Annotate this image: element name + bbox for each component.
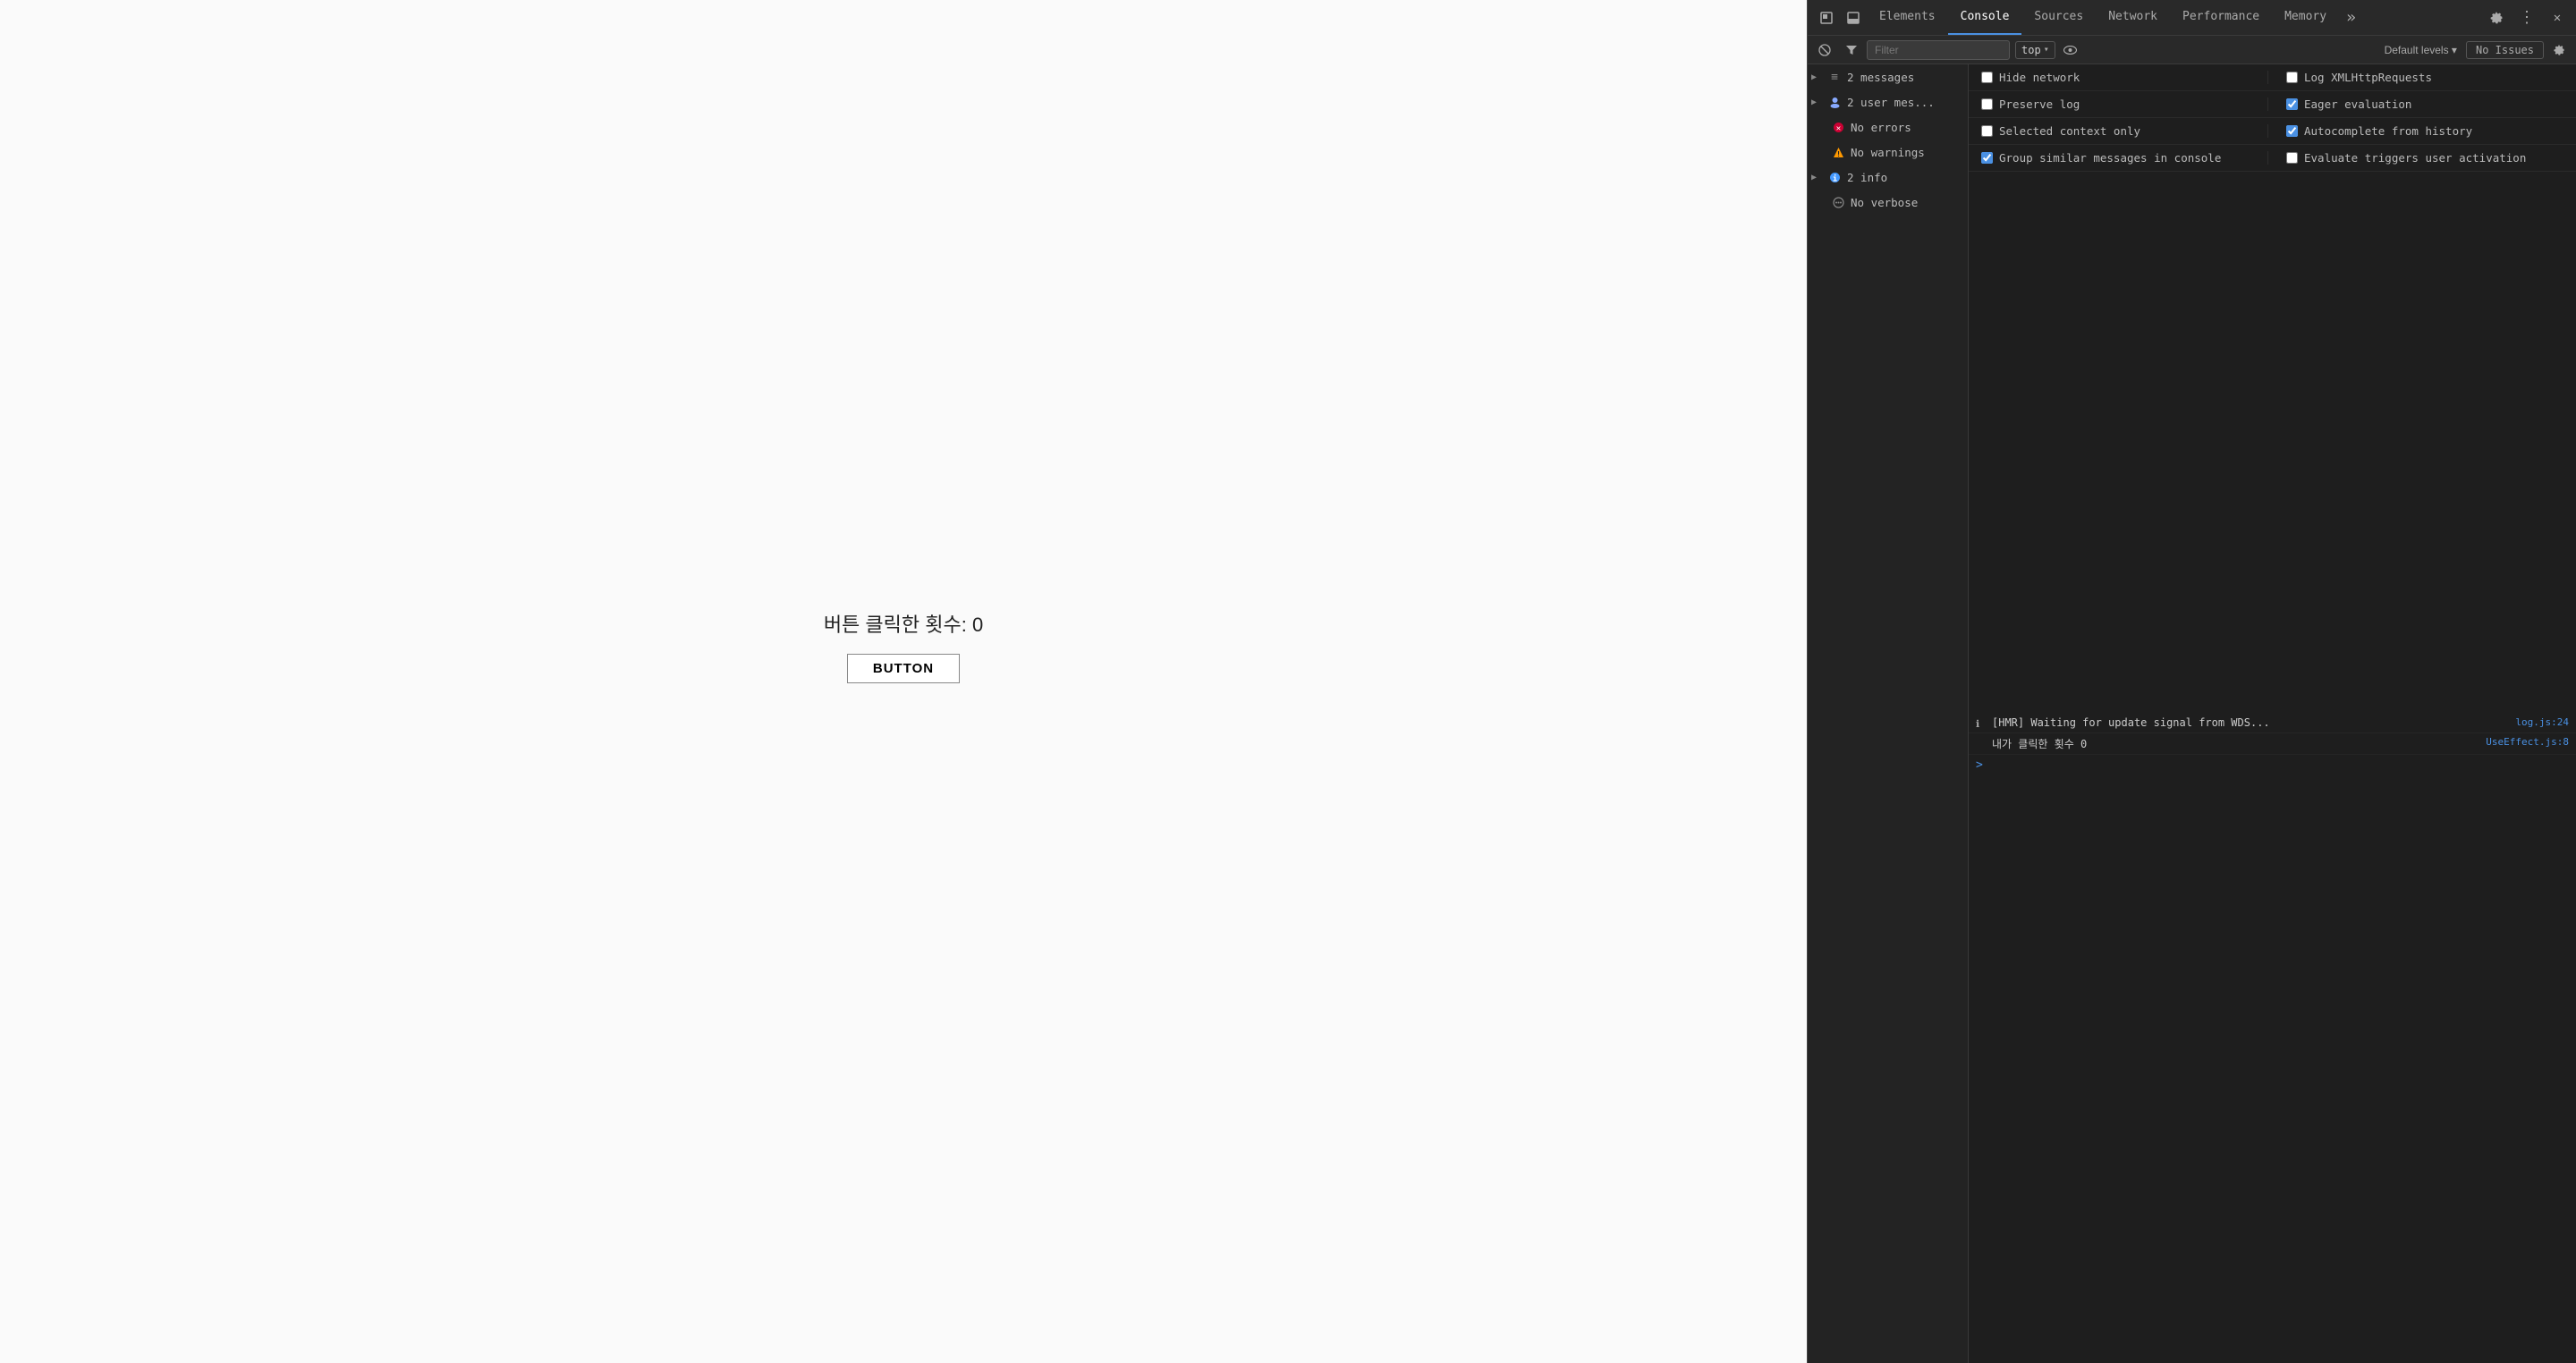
- console-entry-0: ℹ [HMR] Waiting for update signal from W…: [1969, 714, 2576, 733]
- console-prompt[interactable]: >: [1969, 755, 2576, 775]
- hide-network-checkbox[interactable]: [1981, 72, 1993, 83]
- settings-col-log-xhr: Log XMLHttpRequests: [2267, 71, 2563, 84]
- sidebar-item-info[interactable]: ▶ i 2 info: [1808, 165, 1968, 190]
- group-similar-label[interactable]: Group similar messages in console: [1981, 151, 2221, 165]
- more-tabs-icon[interactable]: »: [2339, 8, 2363, 27]
- log-xhr-checkbox[interactable]: [2286, 72, 2298, 83]
- verbose-icon: [1831, 195, 1845, 209]
- no-issues-badge[interactable]: No Issues: [2466, 41, 2544, 59]
- svg-text:i: i: [1832, 174, 1837, 183]
- close-icon[interactable]: ✕: [2544, 4, 2571, 31]
- tab-memory[interactable]: Memory: [2272, 0, 2339, 35]
- eye-icon[interactable]: [2059, 38, 2082, 62]
- settings-row-2: Preserve log Eager evaluation: [1969, 91, 2576, 118]
- context-only-label[interactable]: Selected context only: [1981, 124, 2140, 138]
- undock-icon[interactable]: [1813, 4, 1840, 31]
- devtools-content: Hide network Log XMLHttpRequests: [1969, 64, 2576, 1363]
- group-similar-checkbox[interactable]: [1981, 152, 1993, 164]
- settings-col-context-only: Selected context only: [1981, 124, 2258, 138]
- messages-icon: ≡: [1827, 70, 1842, 84]
- devtools-toolbar: top ▾ Default levels ▾ No Issues: [1808, 36, 2576, 64]
- arrow-icon-user: ▶: [1811, 97, 1822, 107]
- preserve-log-label[interactable]: Preserve log: [1981, 97, 2080, 111]
- settings-row-3: Selected context only Autocomplete from …: [1969, 118, 2576, 145]
- settings-col-preserve-log: Preserve log: [1981, 97, 2258, 111]
- tab-sources[interactable]: Sources: [2021, 0, 2096, 35]
- click-button[interactable]: BUTTON: [847, 654, 960, 683]
- filter-icon[interactable]: [1840, 38, 1863, 62]
- clear-console-icon[interactable]: [1813, 38, 1836, 62]
- filter-input[interactable]: [1867, 40, 2010, 60]
- warning-icon: !: [1831, 145, 1845, 159]
- evaluate-triggers-checkbox[interactable]: [2286, 152, 2298, 164]
- prompt-arrow: >: [1976, 758, 1983, 772]
- devtools-settings: Hide network Log XMLHttpRequests: [1969, 64, 2576, 714]
- devtools-sidebar: ▶ ≡ 2 messages ▶ 2 user mes... ▶ ✕ No er…: [1808, 64, 1969, 1363]
- tab-network[interactable]: Network: [2096, 0, 2170, 35]
- arrow-icon: ▶: [1811, 72, 1822, 82]
- main-content: 버튼 클릭한 횟수: 0 BUTTON: [824, 609, 983, 683]
- settings-row-4: Group similar messages in console Evalua…: [1969, 145, 2576, 172]
- arrow-icon-info: ▶: [1811, 173, 1822, 182]
- svg-text:✕: ✕: [1835, 124, 1840, 133]
- hide-network-label[interactable]: Hide network: [1981, 71, 2080, 84]
- sidebar-item-verbose[interactable]: ▶ No verbose: [1808, 190, 1968, 215]
- svg-text:!: !: [1836, 150, 1841, 158]
- default-levels-button[interactable]: Default levels ▾: [2379, 42, 2462, 58]
- context-only-checkbox[interactable]: [1981, 125, 1993, 137]
- tab-elements[interactable]: Elements: [1867, 0, 1948, 35]
- main-page: 버튼 클릭한 횟수: 0 BUTTON: [0, 0, 1807, 1363]
- settings-col-evaluate-triggers: Evaluate triggers user activation: [2267, 151, 2563, 165]
- user-icon: [1827, 95, 1842, 109]
- preserve-log-checkbox[interactable]: [1981, 98, 1993, 110]
- sidebar-item-warnings[interactable]: ▶ ! No warnings: [1808, 140, 1968, 165]
- autocomplete-checkbox[interactable]: [2286, 125, 2298, 137]
- dock-icon[interactable]: [1840, 4, 1867, 31]
- entry-icon-0: ℹ: [1976, 718, 1987, 730]
- overflow-icon[interactable]: ⋮: [2513, 4, 2540, 31]
- devtools-tabs: Elements Console Sources Network Perform…: [1867, 0, 2483, 35]
- console-entry-1: 내가 클릭한 횟수 0 UseEffect.js:8: [1969, 733, 2576, 755]
- sidebar-item-messages[interactable]: ▶ ≡ 2 messages: [1808, 64, 1968, 89]
- context-selector[interactable]: top ▾: [2015, 41, 2055, 59]
- sidebar-item-user-messages[interactable]: ▶ 2 user mes...: [1808, 89, 1968, 114]
- tab-console[interactable]: Console: [1948, 0, 2022, 35]
- evaluate-triggers-label[interactable]: Evaluate triggers user activation: [2286, 151, 2526, 165]
- settings-icon[interactable]: [2483, 4, 2510, 31]
- sidebar-item-errors[interactable]: ▶ ✕ No errors: [1808, 114, 1968, 140]
- settings-col-hide-network: Hide network: [1981, 71, 2258, 84]
- eager-eval-label[interactable]: Eager evaluation: [2286, 97, 2411, 111]
- devtools-topbar: Elements Console Sources Network Perform…: [1808, 0, 2576, 36]
- autocomplete-label[interactable]: Autocomplete from history: [2286, 124, 2472, 138]
- log-xhr-label[interactable]: Log XMLHttpRequests: [2286, 71, 2432, 84]
- settings-col-group-similar: Group similar messages in console: [1981, 151, 2258, 165]
- info-icon: i: [1827, 170, 1842, 184]
- console-settings-icon[interactable]: [2547, 38, 2571, 62]
- settings-col-eager-eval: Eager evaluation: [2267, 97, 2563, 111]
- devtools-console: ℹ [HMR] Waiting for update signal from W…: [1969, 714, 2576, 1363]
- settings-col-autocomplete: Autocomplete from history: [2267, 124, 2563, 138]
- devtools-main: ▶ ≡ 2 messages ▶ 2 user mes... ▶ ✕ No er…: [1808, 64, 2576, 1363]
- tab-performance[interactable]: Performance: [2170, 0, 2272, 35]
- topbar-right: ⋮ ✕: [2483, 4, 2571, 31]
- error-icon: ✕: [1831, 120, 1845, 134]
- click-count-label: 버튼 클릭한 횟수: 0: [824, 609, 983, 638]
- devtools-panel: Elements Console Sources Network Perform…: [1807, 0, 2576, 1363]
- settings-row-1: Hide network Log XMLHttpRequests: [1969, 64, 2576, 91]
- eager-eval-checkbox[interactable]: [2286, 98, 2298, 110]
